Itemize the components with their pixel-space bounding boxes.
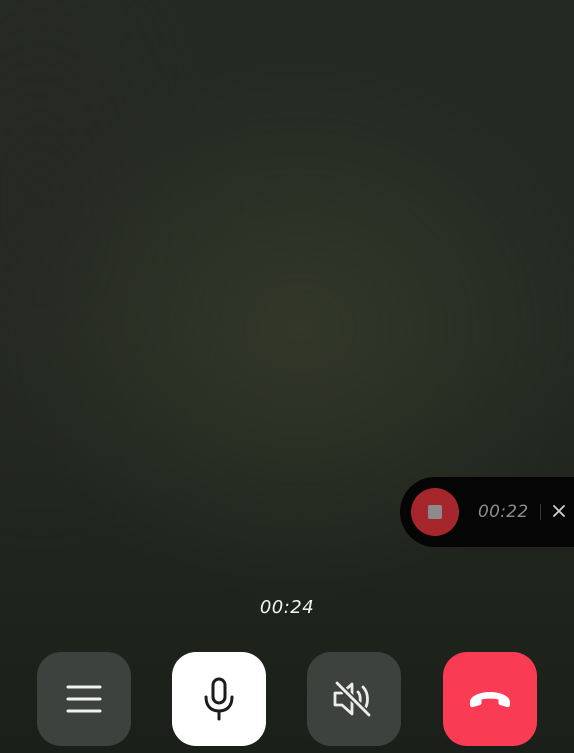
speaker-button[interactable] [307,652,401,746]
close-recording-button[interactable] [548,500,570,522]
menu-icon [66,685,102,713]
microphone-icon [204,677,234,721]
close-icon [553,505,565,517]
microphone-button[interactable] [172,652,266,746]
speaker-muted-icon [333,680,372,718]
stop-icon [428,505,442,519]
hang-up-button[interactable] [443,652,537,746]
call-screen: 00:22 00:24 [0,0,574,753]
stop-recording-button[interactable] [411,488,459,536]
recording-divider [540,504,541,520]
menu-button[interactable] [37,652,131,746]
recording-timer: 00:22 [478,502,529,522]
recording-widget: 00:22 [400,477,574,547]
hang-up-icon [470,692,510,708]
call-timer: 00:24 [259,597,315,618]
